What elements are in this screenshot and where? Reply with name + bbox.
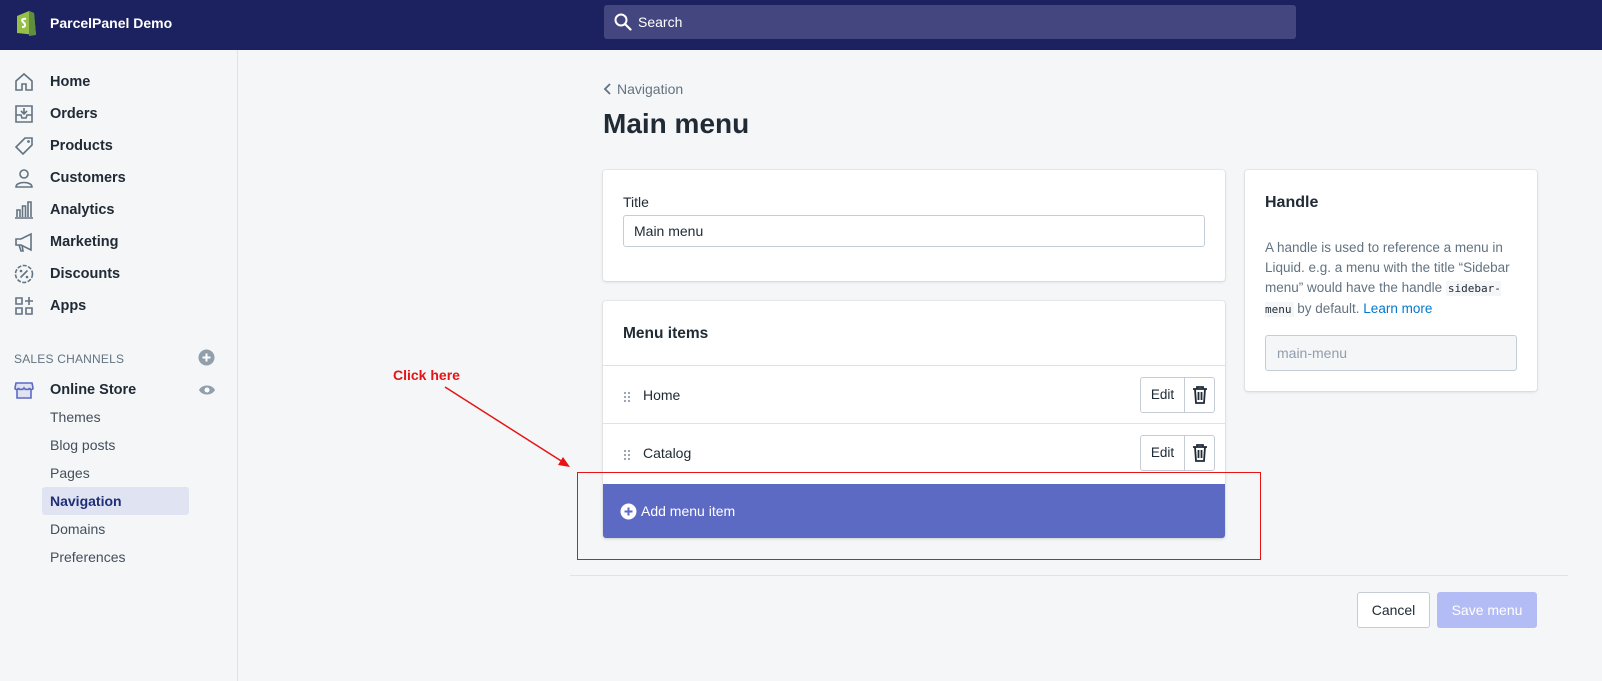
sidebar-subitem-label: Preferences	[50, 549, 126, 565]
sidebar-item-apps[interactable]: Apps	[0, 290, 238, 322]
save-menu-button[interactable]: Save menu	[1437, 592, 1537, 628]
shopify-logo-icon[interactable]	[14, 8, 38, 38]
sidebar-item-label: Customers	[50, 170, 126, 186]
drag-handle-icon[interactable]	[623, 449, 631, 461]
breadcrumb-label: Navigation	[617, 81, 684, 97]
sidebar-subitem-label: Pages	[50, 465, 90, 481]
tag-icon	[14, 137, 33, 156]
sidebar-item-marketing[interactable]: Marketing	[0, 226, 238, 258]
drag-handle-icon[interactable]	[623, 391, 631, 403]
sidebar-item-label: Discounts	[50, 266, 121, 282]
sidebar-item-label: Orders	[50, 106, 98, 122]
person-icon	[15, 169, 33, 188]
sidebar-subitem-themes[interactable]: Themes	[42, 403, 189, 431]
sidebar-item-home[interactable]: Home	[0, 66, 238, 98]
eye-icon[interactable]	[198, 383, 216, 397]
delete-button[interactable]	[1185, 378, 1215, 412]
menu-item-label: Home	[643, 387, 681, 403]
bar-chart-icon	[15, 201, 33, 219]
trash-icon	[1193, 444, 1207, 462]
sidebar-subitem-navigation[interactable]: Navigation	[42, 487, 189, 515]
search-icon	[614, 13, 632, 31]
title-card: Title	[603, 170, 1225, 281]
apps-icon	[15, 297, 33, 315]
menu-item-row: Home Edit	[603, 365, 1225, 423]
search-bar[interactable]: Search	[604, 5, 1296, 39]
learn-more-link[interactable]: Learn more	[1363, 301, 1432, 316]
menu-items-header: Menu items	[623, 325, 709, 342]
search-placeholder: Search	[638, 14, 683, 30]
sidebar-item-analytics[interactable]: Analytics	[0, 194, 238, 226]
sidebar-subitem-label: Themes	[50, 409, 101, 425]
sidebar-subitem-label: Navigation	[50, 493, 122, 509]
annotation-highlight-box	[577, 472, 1261, 560]
sidebar-item-label: Marketing	[50, 234, 119, 250]
discount-icon	[14, 264, 34, 284]
edit-button[interactable]: Edit	[1141, 436, 1185, 470]
sidebar-item-discounts[interactable]: Discounts	[0, 258, 238, 290]
menu-item-actions: Edit	[1140, 435, 1215, 471]
handle-title: Handle	[1265, 194, 1319, 211]
chevron-left-icon	[603, 83, 611, 95]
sidebar-item-label: Home	[50, 74, 91, 90]
sidebar-item-products[interactable]: Products	[0, 130, 238, 162]
sidebar-item-label: Apps	[50, 298, 87, 314]
orders-icon	[15, 105, 33, 123]
title-field-label: Title	[623, 194, 649, 210]
sidebar-item-orders[interactable]: Orders	[0, 98, 238, 130]
menu-item-actions: Edit	[1140, 377, 1215, 413]
cancel-button[interactable]: Cancel	[1357, 592, 1430, 628]
sidebar: Home Orders Products Customers Analytics…	[0, 50, 238, 681]
sidebar-subitem-label: Domains	[50, 521, 106, 537]
sidebar-subitem-preferences[interactable]: Preferences	[42, 543, 189, 571]
top-bar: ParcelPanel Demo Search	[0, 0, 1602, 50]
sidebar-subitem-domains[interactable]: Domains	[42, 515, 189, 543]
delete-button[interactable]	[1185, 436, 1215, 470]
edit-button[interactable]: Edit	[1141, 378, 1185, 412]
handle-desc-text: by default.	[1293, 301, 1364, 316]
megaphone-icon	[15, 232, 32, 252]
handle-card: Handle A handle is used to reference a m…	[1245, 170, 1537, 391]
sidebar-subitem-label: Blog posts	[50, 437, 116, 453]
sidebar-item-label: Products	[50, 138, 113, 154]
menu-item-label: Catalog	[643, 445, 692, 461]
annotation-label: Click here	[393, 367, 460, 383]
sidebar-subitem-blog-posts[interactable]: Blog posts	[42, 431, 189, 459]
handle-input[interactable]: main-menu	[1265, 335, 1517, 371]
sidebar-item-label: Analytics	[50, 202, 115, 218]
title-input[interactable]	[623, 215, 1205, 247]
footer-divider	[570, 575, 1568, 576]
sidebar-subitem-pages[interactable]: Pages	[42, 459, 189, 487]
home-icon	[15, 72, 33, 91]
handle-description: A handle is used to reference a menu in …	[1265, 238, 1517, 320]
sales-channels-header: SALES CHANNELS	[14, 352, 125, 366]
sidebar-item-customers[interactable]: Customers	[0, 162, 238, 194]
store-name[interactable]: ParcelPanel Demo	[50, 15, 172, 31]
store-icon	[14, 382, 34, 399]
sidebar-item-label: Online Store	[50, 382, 137, 398]
add-sales-channel-icon[interactable]	[198, 349, 215, 366]
trash-icon	[1193, 386, 1207, 404]
page-title: Main menu	[603, 108, 750, 139]
